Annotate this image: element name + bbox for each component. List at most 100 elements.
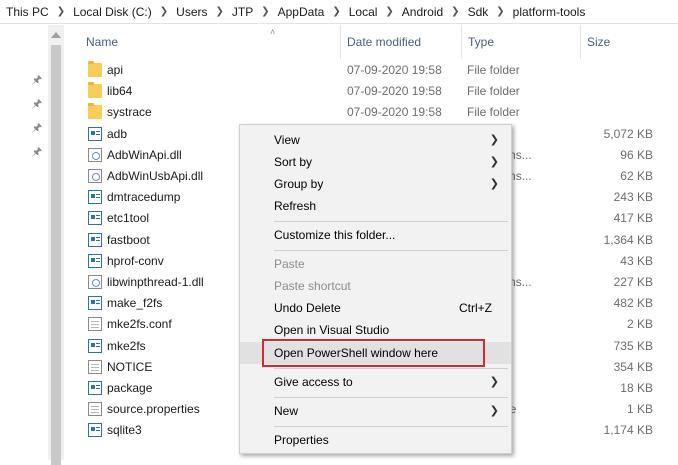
file-type: File folder xyxy=(467,84,520,99)
breadcrumb-separator-icon[interactable]: ❯ xyxy=(210,6,230,17)
application-icon xyxy=(88,338,102,353)
menu-item-customize-folder[interactable]: Customize this folder... xyxy=(240,224,511,246)
pin-icon: 🖈 xyxy=(32,74,43,86)
breadcrumb-separator-icon[interactable]: ❯ xyxy=(51,6,71,17)
file-name: mke2fs xyxy=(107,338,146,353)
submenu-arrow-icon: ❯ xyxy=(489,134,499,146)
menu-separator xyxy=(274,397,508,398)
breadcrumb-item[interactable]: This PC xyxy=(4,5,51,19)
menu-item-group-by[interactable]: Group by ❯ xyxy=(240,173,511,195)
menu-item-properties[interactable]: Properties xyxy=(240,429,511,451)
menu-item-open-visual-studio[interactable]: Open in Visual Studio xyxy=(240,319,511,341)
file-name: adb xyxy=(107,126,128,141)
address-bar[interactable]: This PC ❯ Local Disk (C:) ❯ Users ❯ JTP ❯ AppDat… xyxy=(0,0,678,24)
application-icon xyxy=(88,253,102,268)
nav-scrollbar[interactable] xyxy=(48,25,64,465)
breadcrumb-item[interactable]: platform-tools xyxy=(511,5,588,19)
file-row[interactable]: systrace 07-09-2020 19:58 File folder xyxy=(64,102,678,123)
file-size: 735 KB xyxy=(613,338,653,353)
submenu-arrow-icon: ❯ xyxy=(489,178,499,190)
menu-item-label: Paste xyxy=(274,257,305,271)
application-icon xyxy=(88,211,102,226)
breadcrumb-separator-icon[interactable]: ❯ xyxy=(445,6,465,17)
folder-icon xyxy=(88,61,102,77)
file-size: 1 KB xyxy=(626,402,653,417)
column-name[interactable]: Name xyxy=(80,25,340,59)
file-name: AdbWinApi.dll xyxy=(107,147,182,162)
menu-item-paste: Paste xyxy=(240,253,511,275)
breadcrumb-separator-icon[interactable]: ❯ xyxy=(255,6,275,17)
breadcrumb-item[interactable]: Users xyxy=(174,5,209,19)
file-row[interactable]: lib64 07-09-2020 19:58 File folder xyxy=(64,81,678,102)
breadcrumb-item[interactable]: AppData xyxy=(276,5,327,19)
application-icon xyxy=(88,423,102,438)
column-header: ˄ Name Date modified Type Size xyxy=(64,25,678,59)
file-name: systrace xyxy=(107,105,152,120)
breadcrumb-separator-icon[interactable]: ❯ xyxy=(326,6,346,17)
file-name: libwinpthread-1.dll xyxy=(107,275,204,289)
pin-icon: 🖈 xyxy=(32,122,43,134)
breadcrumb-item[interactable]: Local xyxy=(347,5,380,19)
menu-separator xyxy=(274,426,508,427)
breadcrumb-item[interactable]: Sdk xyxy=(466,5,491,19)
application-icon xyxy=(88,232,102,247)
menu-item-label: Undo Delete xyxy=(274,301,341,315)
breadcrumb-separator-icon[interactable]: ❯ xyxy=(379,6,399,17)
pin-icon: 🖈 xyxy=(32,98,43,110)
menu-item-label: Group by xyxy=(274,177,324,191)
menu-item-label: Refresh xyxy=(274,199,317,213)
breadcrumb-item[interactable]: Local Disk (C:) xyxy=(71,5,154,19)
menu-item-refresh[interactable]: Refresh xyxy=(240,195,511,217)
file-size: 5,072 KB xyxy=(603,126,653,141)
file-date-modified: 07-09-2020 19:58 xyxy=(347,84,442,99)
file-name: mke2fs.conf xyxy=(107,317,172,332)
file-size: 227 KB xyxy=(613,275,653,289)
menu-item-undo-delete[interactable]: Undo Delete Ctrl+Z xyxy=(240,297,511,319)
file-name: sqlite3 xyxy=(107,423,142,438)
menu-item-view[interactable]: View ❯ xyxy=(240,129,511,151)
file-size: 96 KB xyxy=(620,147,653,162)
breadcrumb-separator-icon[interactable]: ❯ xyxy=(490,6,510,17)
breadcrumb: This PC ❯ Local Disk (C:) ❯ Users ❯ JTP ❯ AppDat… xyxy=(4,5,587,19)
menu-item-give-access[interactable]: Give access to ❯ xyxy=(240,371,511,393)
scroll-up-arrow-icon[interactable] xyxy=(51,32,61,38)
file-name: lib64 xyxy=(107,84,133,99)
scrollbar-thumb[interactable] xyxy=(51,45,61,465)
file-name: AdbWinUsbApi.dll xyxy=(107,169,204,183)
column-type[interactable]: Type xyxy=(462,25,580,59)
file-row[interactable]: api 07-09-2020 19:58 File folder xyxy=(64,60,678,81)
file-type: File folder xyxy=(467,105,520,120)
file-name: etc1tool xyxy=(107,211,150,226)
menu-item-label: Paste shortcut xyxy=(274,279,351,293)
submenu-arrow-icon: ❯ xyxy=(489,376,499,388)
dll-icon xyxy=(88,169,102,183)
file-date-modified: 07-09-2020 19:58 xyxy=(347,105,442,120)
menu-item-label: Sort by xyxy=(274,155,313,169)
file-size: 18 KB xyxy=(620,381,653,395)
file-size: 417 KB xyxy=(613,211,653,226)
breadcrumb-separator-icon[interactable]: ❯ xyxy=(154,6,174,17)
breadcrumb-item[interactable]: JTP xyxy=(230,5,255,19)
document-icon xyxy=(88,317,102,332)
file-name: dmtracedump xyxy=(107,190,181,205)
menu-separator xyxy=(274,250,508,251)
file-size: 482 KB xyxy=(613,296,653,311)
submenu-arrow-icon: ❯ xyxy=(489,156,499,168)
navigation-pane: 🖈 🖈 🖈 🖈 xyxy=(0,25,48,460)
column-date-modified[interactable]: Date modified xyxy=(341,25,461,59)
dll-icon xyxy=(88,147,102,162)
menu-item-sort-by[interactable]: Sort by ❯ xyxy=(240,151,511,173)
menu-item-label: Open in Visual Studio xyxy=(274,323,390,337)
column-size[interactable]: Size xyxy=(581,25,678,59)
menu-item-new[interactable]: New ❯ xyxy=(240,400,511,422)
file-size: 354 KB xyxy=(613,359,653,374)
file-name: api xyxy=(107,63,124,77)
file-size: 2 KB xyxy=(626,317,653,332)
menu-item-label: View xyxy=(274,133,300,147)
menu-item-label: New xyxy=(274,404,299,418)
file-size: 243 KB xyxy=(613,190,653,205)
breadcrumb-item[interactable]: Android xyxy=(400,5,445,19)
file-name: fastboot xyxy=(107,232,150,247)
menu-separator xyxy=(274,221,508,222)
application-icon xyxy=(88,190,102,205)
